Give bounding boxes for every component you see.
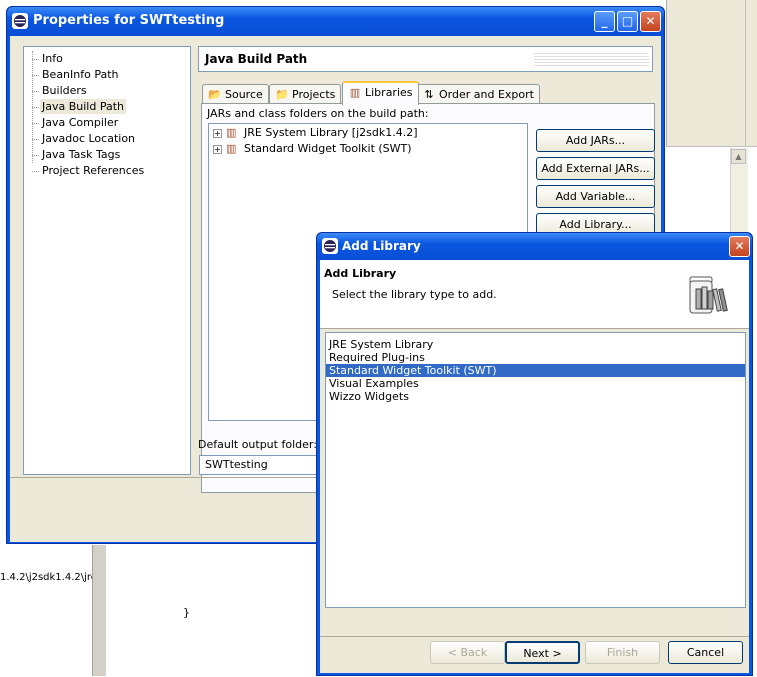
- list-item-visual-examples[interactable]: Visual Examples: [326, 377, 745, 390]
- next-button[interactable]: Next >: [505, 641, 580, 664]
- order-arrows-icon: ⇅: [424, 88, 434, 101]
- tree-item-jre-system-library[interactable]: + ▥ JRE System Library [j2sdk1.4.2]: [213, 125, 418, 141]
- properties-window-title: Properties for SWTtesting: [33, 13, 225, 28]
- expand-icon[interactable]: +: [213, 128, 222, 138]
- dialog-close-button[interactable]: ✕: [729, 236, 750, 257]
- background-closing-brace: }: [183, 606, 190, 619]
- minimize-button[interactable]: _: [594, 11, 615, 32]
- background-editor-text-area: [105, 545, 176, 676]
- library-icon: ▥: [226, 142, 237, 155]
- cancel-button[interactable]: Cancel: [668, 641, 743, 664]
- projects-icon: 📁: [275, 88, 289, 101]
- libraries-icon: ▥: [349, 86, 361, 99]
- list-item-wizzo-widgets[interactable]: Wizzo Widgets: [326, 390, 745, 403]
- list-item-swt[interactable]: Standard Widget Toolkit (SWT): [326, 364, 745, 377]
- tree-connector: [32, 91, 39, 92]
- tab-projects-label: Projects: [292, 88, 336, 101]
- nav-item-beaninfo-path[interactable]: BeanInfo Path: [40, 67, 121, 82]
- properties-title-bar[interactable]: Properties for SWTtesting _ □ ✕: [7, 7, 664, 36]
- nav-item-java-compiler[interactable]: Java Compiler: [40, 115, 120, 130]
- close-icon: ✕: [734, 239, 745, 253]
- output-folder-field[interactable]: SWTtesting: [199, 455, 329, 475]
- nav-item-java-task-tags[interactable]: Java Task Tags: [40, 147, 122, 162]
- header-decoration: [534, 51, 649, 67]
- minimize-icon: _: [601, 14, 608, 28]
- close-icon: ✕: [645, 14, 656, 28]
- tree-item-label: Standard Widget Toolkit (SWT): [244, 142, 412, 155]
- tree-item-swt[interactable]: + ▥ Standard Widget Toolkit (SWT): [213, 141, 412, 157]
- list-item-required-plugins[interactable]: Required Plug-ins: [326, 351, 745, 364]
- maximize-icon: □: [621, 14, 634, 28]
- add-library-dialog: Add Library ✕ Add Library Select the lib…: [316, 232, 753, 676]
- library-icon: ▥: [226, 126, 237, 139]
- jars-label: JARs and class folders on the build path…: [207, 107, 429, 120]
- background-divider: [745, 0, 746, 146]
- tab-libraries[interactable]: ▥ Libraries: [342, 81, 419, 105]
- tab-order-export-label: Order and Export: [439, 88, 534, 101]
- background-path-text: 1.4.2\j2sdk1.4.2\jre: [0, 572, 92, 583]
- back-button[interactable]: < Back: [430, 641, 505, 664]
- tab-projects[interactable]: 📁 Projects: [269, 84, 342, 104]
- tree-connector: [32, 139, 39, 140]
- tab-order-and-export[interactable]: ⇅ Order and Export: [416, 84, 540, 104]
- list-item-jre-system-library[interactable]: JRE System Library: [326, 338, 745, 351]
- tab-source[interactable]: 📂 Source: [202, 84, 269, 104]
- nav-item-javadoc-location[interactable]: Javadoc Location: [40, 131, 137, 146]
- close-button[interactable]: ✕: [640, 11, 661, 32]
- properties-nav-tree[interactable]: Info BeanInfo Path Builders Java Build P…: [23, 46, 191, 475]
- tab-source-label: Source: [225, 88, 263, 101]
- tree-connector: [32, 123, 39, 124]
- banner-description: Select the library type to add.: [332, 288, 497, 301]
- tree-connector: [32, 107, 39, 108]
- page-header: Java Build Path: [198, 46, 653, 72]
- add-library-body: Add Library Select the library type to a…: [320, 260, 749, 673]
- background-gutter: [92, 545, 106, 676]
- eclipse-icon: [12, 13, 28, 29]
- library-type-list[interactable]: JRE System Library Required Plug-ins Sta…: [325, 332, 746, 608]
- source-folder-icon: 📂: [208, 88, 222, 101]
- add-external-jars-button[interactable]: Add External JARs...: [536, 157, 655, 180]
- tab-libraries-label: Libraries: [365, 86, 413, 99]
- add-library-title-bar[interactable]: Add Library ✕: [317, 233, 752, 260]
- tree-connector: [32, 75, 39, 76]
- banner-title: Add Library: [324, 267, 397, 280]
- eclipse-icon: [322, 238, 338, 254]
- add-jars-button[interactable]: Add JARs...: [536, 129, 655, 152]
- library-wizard-icon: [688, 275, 732, 315]
- expand-icon[interactable]: +: [213, 144, 222, 154]
- nav-item-java-build-path[interactable]: Java Build Path: [40, 99, 127, 114]
- add-library-dialog-title: Add Library: [342, 239, 421, 253]
- add-variable-button[interactable]: Add Variable...: [536, 185, 655, 208]
- tree-connector: [32, 59, 39, 60]
- nav-item-info[interactable]: Info: [40, 51, 65, 66]
- tree-item-label: JRE System Library [j2sdk1.4.2]: [244, 126, 418, 139]
- page-title: Java Build Path: [205, 52, 308, 66]
- tree-connector: [32, 155, 39, 156]
- dialog-button-separator: [320, 636, 749, 637]
- scroll-up-arrow-icon[interactable]: ▲: [731, 149, 746, 164]
- finish-button[interactable]: Finish: [585, 641, 660, 664]
- wizard-banner: Add Library Select the library type to a…: [320, 260, 749, 329]
- nav-item-builders[interactable]: Builders: [40, 83, 89, 98]
- background-console-area: [0, 545, 92, 676]
- output-folder-label: Default output folder:: [198, 438, 317, 451]
- background-view-panel: [666, 0, 757, 146]
- nav-item-project-references[interactable]: Project References: [40, 163, 146, 178]
- maximize-button[interactable]: □: [617, 11, 638, 32]
- tree-connector: [32, 171, 39, 172]
